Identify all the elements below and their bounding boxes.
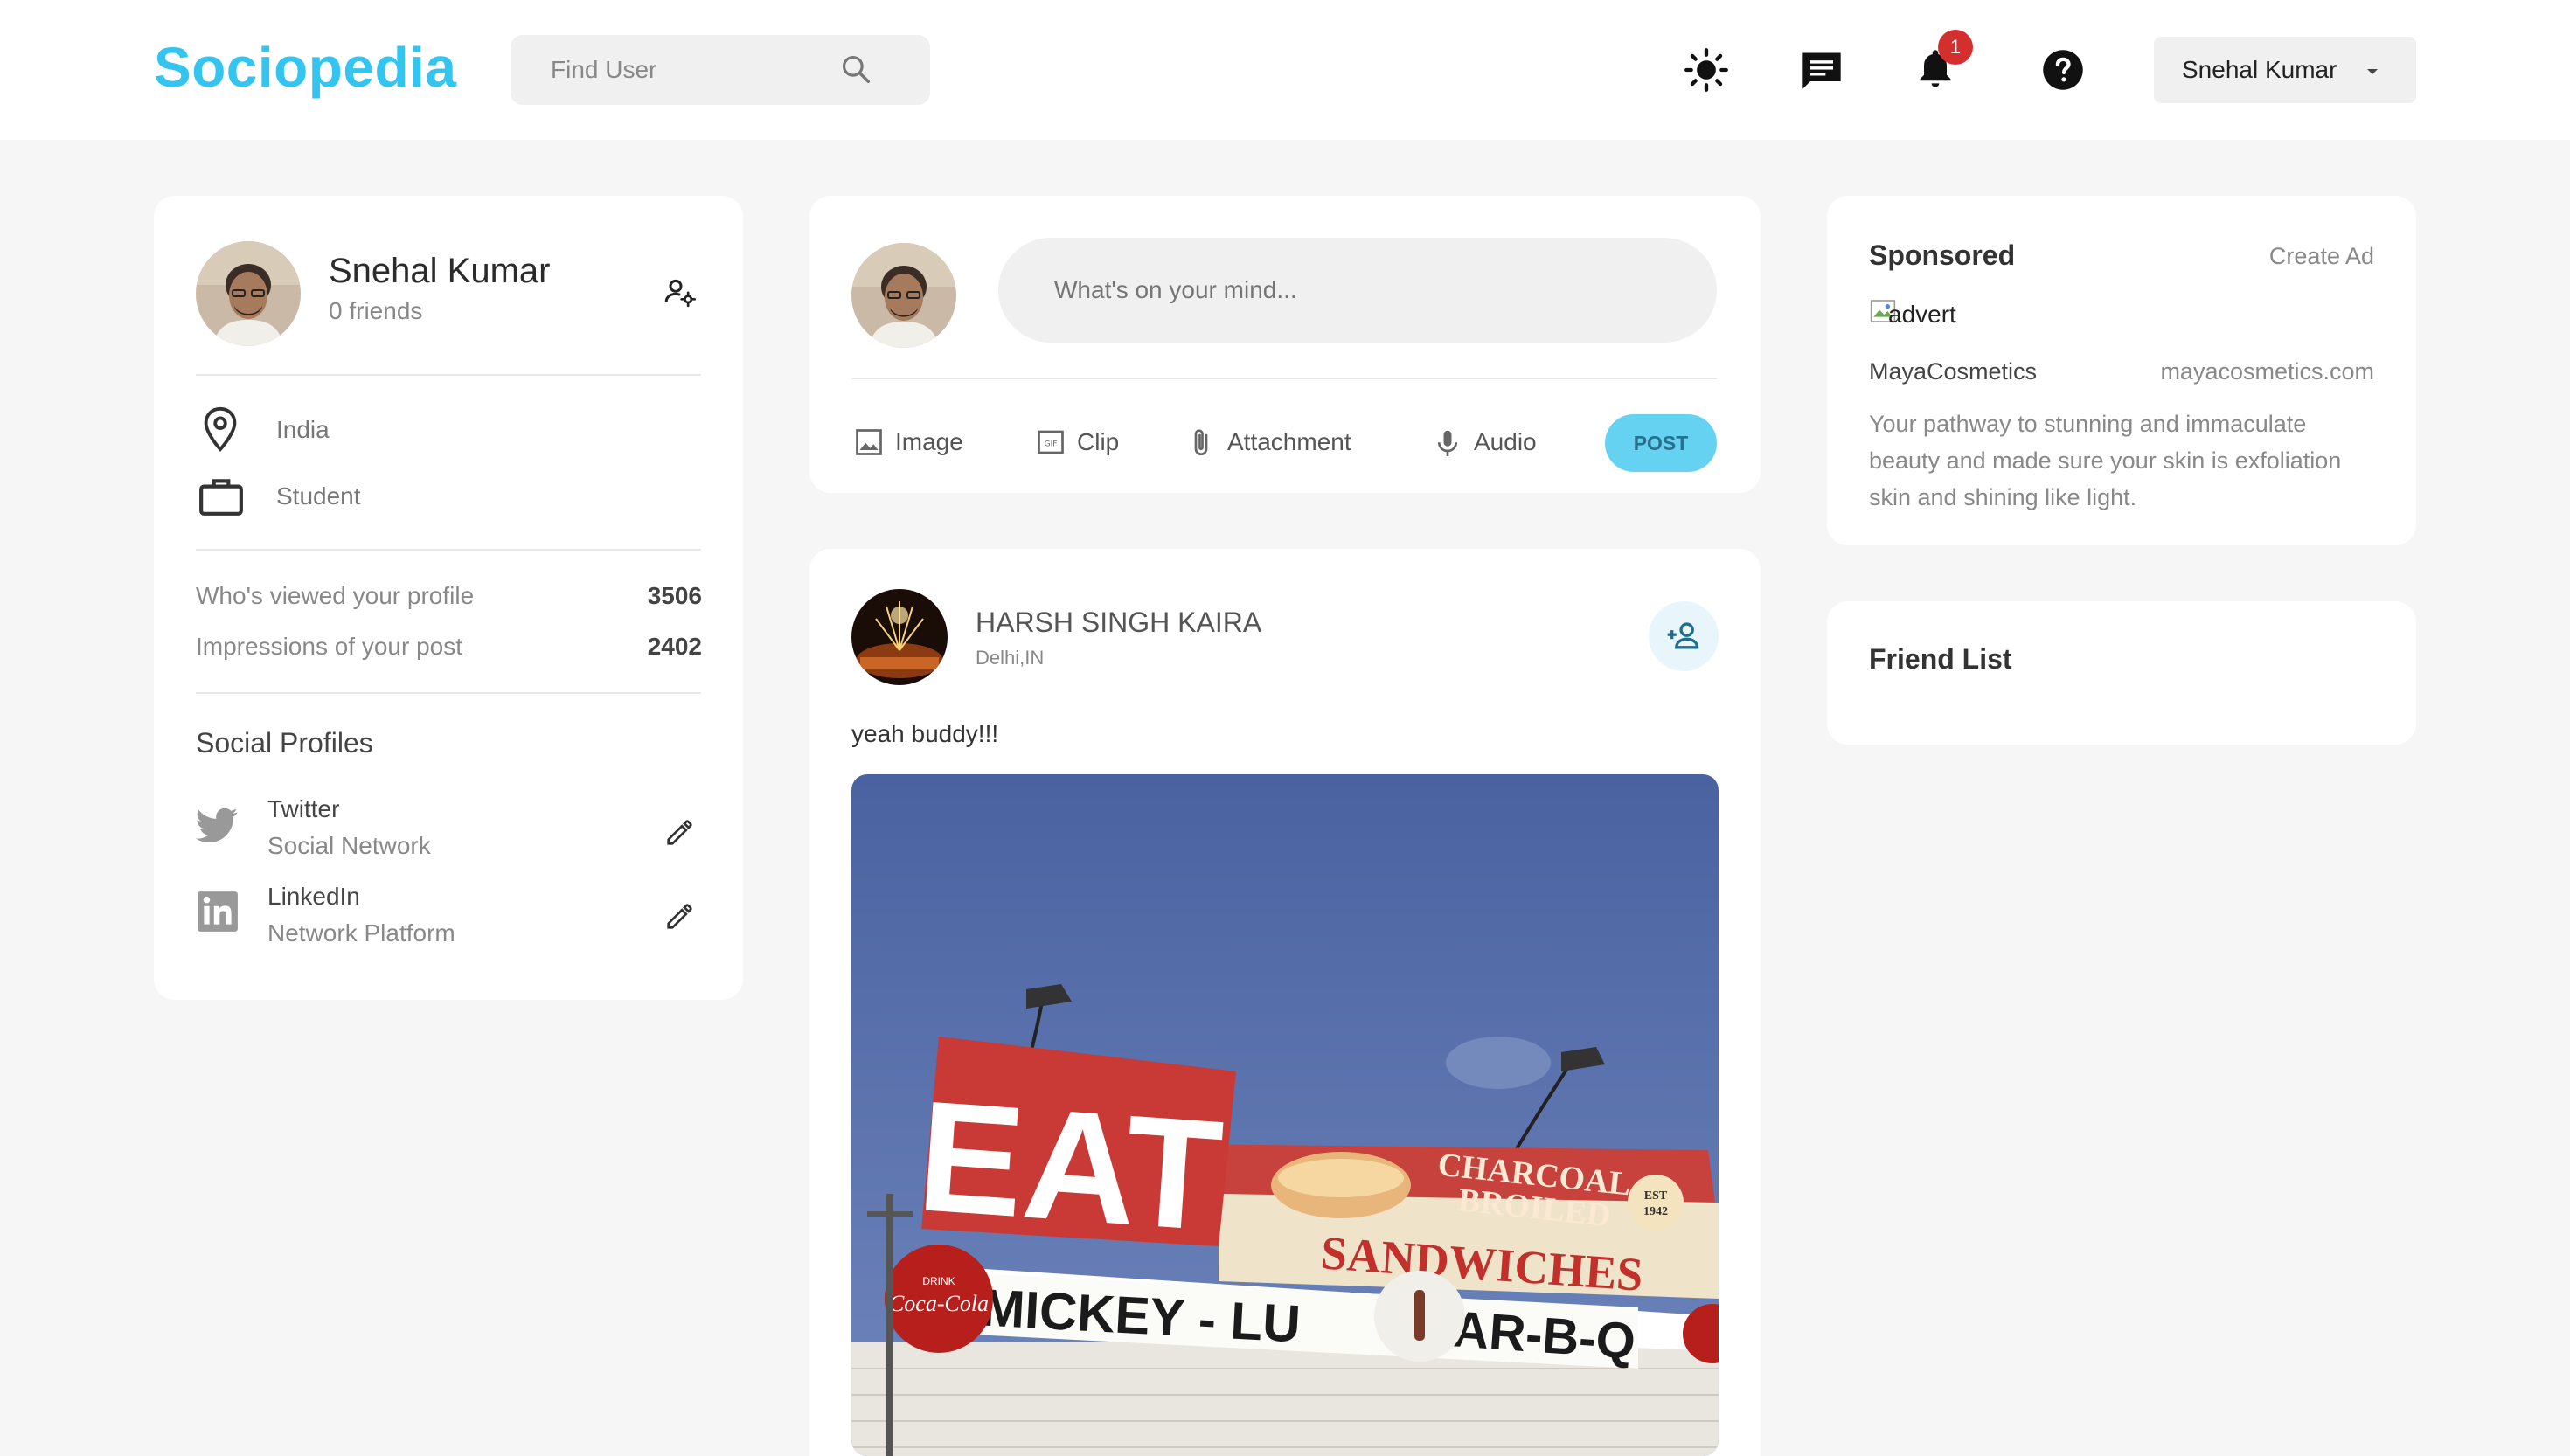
create-ad-link[interactable]: Create Ad [2264,243,2374,270]
microphone-icon [1437,430,1458,456]
post-input-wrapper [998,238,1717,343]
social-linkedin-sub: Network Platform [267,919,455,946]
profile-location: India [276,416,330,443]
sign-coke-text: Coca-Cola [889,1291,989,1316]
stat-label-impressions: Impressions of your post [196,633,463,660]
profile-card: Snehal Kumar 0 friends India Student Who… [154,196,743,1000]
add-friend-button[interactable] [1649,601,1719,671]
post-card: HARSH SINGH KAIRA Delhi,IN yeah buddy!!! [809,549,1761,1456]
help-icon[interactable] [2040,47,2086,93]
sign-year-text: 1942 [1643,1205,1668,1218]
advert-alt-text: advert [1888,301,1956,328]
stat-label-profile-views: Who's viewed your profile [196,582,475,609]
person-add-icon [1667,622,1699,649]
composer-audio-label: Audio [1474,428,1537,455]
app-logo[interactable]: Sociopedia [154,35,456,100]
stat-value-profile-views: 3506 [647,582,702,609]
user-select-dropdown[interactable]: Snehal Kumar [2154,37,2416,103]
search-icon[interactable] [839,52,872,86]
user-select-name: Snehal Kumar [2182,56,2337,83]
briefcase-icon [199,479,243,516]
post-button[interactable]: POST [1605,414,1717,472]
sign-est-text: EST [1644,1189,1668,1203]
profile-avatar[interactable] [196,241,301,346]
sign-eat-text: EAT [913,1068,1227,1265]
post-input[interactable] [1054,238,1684,343]
social-twitter-name[interactable]: Twitter [267,795,339,823]
message-icon[interactable] [1799,47,1844,93]
friend-list-title: Friend List [1869,643,2012,675]
composer-image-label: Image [895,428,963,455]
social-linkedin-name[interactable]: LinkedIn [267,883,360,911]
composer-clip-label: Clip [1077,428,1120,455]
location-icon [204,406,237,453]
composer-attachment-label: Attachment [1227,428,1351,455]
profile-friends-count: 0 friends [329,297,423,324]
ad-description-line-1: Your pathway to stunning and immaculate [1869,411,2307,437]
profile-occupation: Student [276,482,361,510]
post-image[interactable]: EAT CHARCOAL BROILED EST 1942 SANDWICHES… [851,774,1719,1456]
linkedin-icon [198,891,238,932]
sponsored-title: Sponsored [1869,239,2016,271]
gif-icon: GIF [1038,430,1064,454]
diner-sign-illustration: EAT CHARCOAL BROILED EST 1942 SANDWICHES… [851,774,1719,1456]
divider [851,378,1717,379]
post-author-location: Delhi,IN [976,647,1045,669]
ad-description-line-2: beauty and made sure your skin is exfoli… [1869,447,2342,474]
twitter-icon [195,808,238,842]
ad-brand: MayaCosmetics [1869,358,2038,385]
caret-down-icon [2367,69,2378,74]
stat-value-impressions: 2402 [647,633,702,660]
divider [196,692,701,694]
social-twitter-sub: Social Network [267,832,431,859]
divider [196,374,701,376]
search-input[interactable] [551,35,865,105]
paperclip-icon [1194,429,1208,456]
edit-twitter-icon[interactable] [663,815,698,849]
manage-account-icon[interactable] [663,274,698,309]
notification-badge: 1 [1938,30,1973,65]
sun-icon[interactable] [1684,47,1729,93]
post-composer-card: Image GIF Clip Attachment Audio POST [809,196,1761,493]
sign-drink-text: DRINK [922,1275,955,1287]
profile-name[interactable]: Snehal Kumar [329,252,550,291]
ad-url[interactable]: mayacosmetics.com [2124,358,2374,385]
post-author-name[interactable]: HARSH SINGH KAIRA [976,607,1261,639]
divider [196,549,701,551]
post-text: yeah buddy!!! [851,720,999,747]
composer-avatar [851,243,956,348]
sponsored-card: Sponsored Create Ad advert MayaCosmetics… [1827,196,2416,545]
edit-linkedin-icon[interactable] [663,898,698,933]
social-profiles-heading: Social Profiles [196,727,373,759]
image-icon [856,429,882,455]
top-navbar: Sociopedia 1 Snehal Kumar [0,0,2570,140]
friend-list-card: Friend List [1827,601,2416,745]
svg-text:GIF: GIF [1045,440,1058,449]
ad-description-line-3: skin and shining like light. [1869,484,2137,510]
post-author-avatar[interactable] [851,589,948,685]
